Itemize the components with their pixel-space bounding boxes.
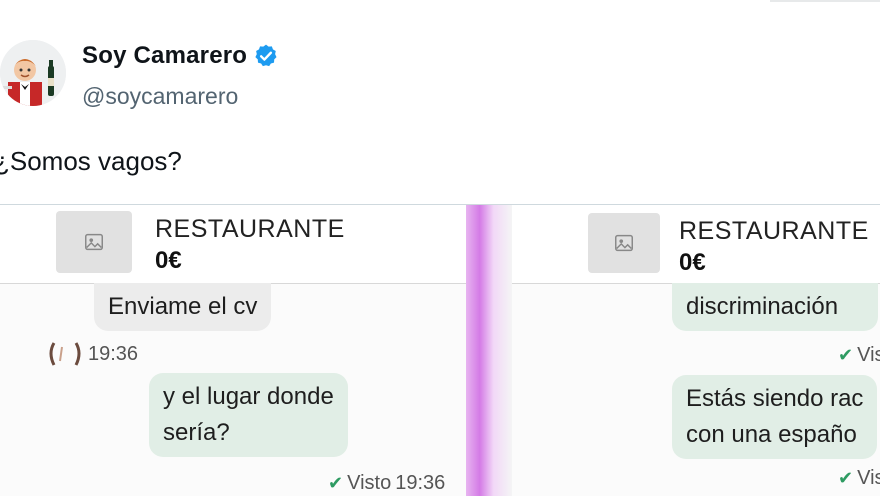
avatar[interactable] xyxy=(0,40,66,106)
listing-price: 0€ xyxy=(155,247,182,274)
message-status-label: Vis xyxy=(857,344,880,366)
image-placeholder-icon xyxy=(85,233,103,251)
message-status-label: Vis xyxy=(857,467,880,489)
message-incoming: Enviame el cv xyxy=(94,283,272,331)
check-icon: ✔ xyxy=(838,468,854,488)
check-icon: ✔ xyxy=(838,345,854,365)
listing-price: 0€ xyxy=(679,249,706,276)
top-divider xyxy=(770,0,880,2)
message-time: 19:36 xyxy=(88,342,139,365)
message-time: 19:36 xyxy=(395,472,446,494)
message-status: ✔ Visto 19:36 xyxy=(328,472,445,495)
message-meta: 19:36 xyxy=(46,337,138,371)
user-handle[interactable]: @soycamarero xyxy=(82,83,238,110)
display-name[interactable]: Soy Camarero xyxy=(82,42,247,70)
tweet-text: ¿Somos vagos? xyxy=(0,146,182,176)
message-status: ✔ Vis xyxy=(838,467,880,490)
message-outgoing: y el lugar donde sería? xyxy=(149,373,348,457)
listing-header: RESTAURANTE 0€ xyxy=(512,205,880,284)
panel-divider xyxy=(466,205,512,496)
message-outgoing: Estás siendo rac con una españo xyxy=(672,375,878,459)
message-status: ✔ Vis xyxy=(838,344,880,367)
listing-thumbnail xyxy=(56,211,132,273)
image-placeholder-icon xyxy=(615,234,633,252)
waiter-avatar xyxy=(0,40,66,106)
tweet-media[interactable]: RESTAURANTE 0€ Enviame el cv 19:36 y el … xyxy=(0,204,880,496)
listing-title: RESTAURANTE xyxy=(155,215,345,243)
chat-screenshot-right: RESTAURANTE 0€ discriminación ✔ Vis Está… xyxy=(512,205,880,496)
message-status-label: Visto xyxy=(347,472,392,494)
listing-thumbnail xyxy=(588,213,660,273)
sender-avatar-icon xyxy=(49,342,81,366)
chat-screenshot-left: RESTAURANTE 0€ Enviame el cv 19:36 y el … xyxy=(0,205,466,496)
listing-title: RESTAURANTE xyxy=(679,217,869,245)
listing-header: RESTAURANTE 0€ xyxy=(0,205,466,284)
message-outgoing: discriminación xyxy=(672,283,879,331)
check-icon: ✔ xyxy=(328,473,344,493)
verified-badge-icon xyxy=(255,44,277,67)
